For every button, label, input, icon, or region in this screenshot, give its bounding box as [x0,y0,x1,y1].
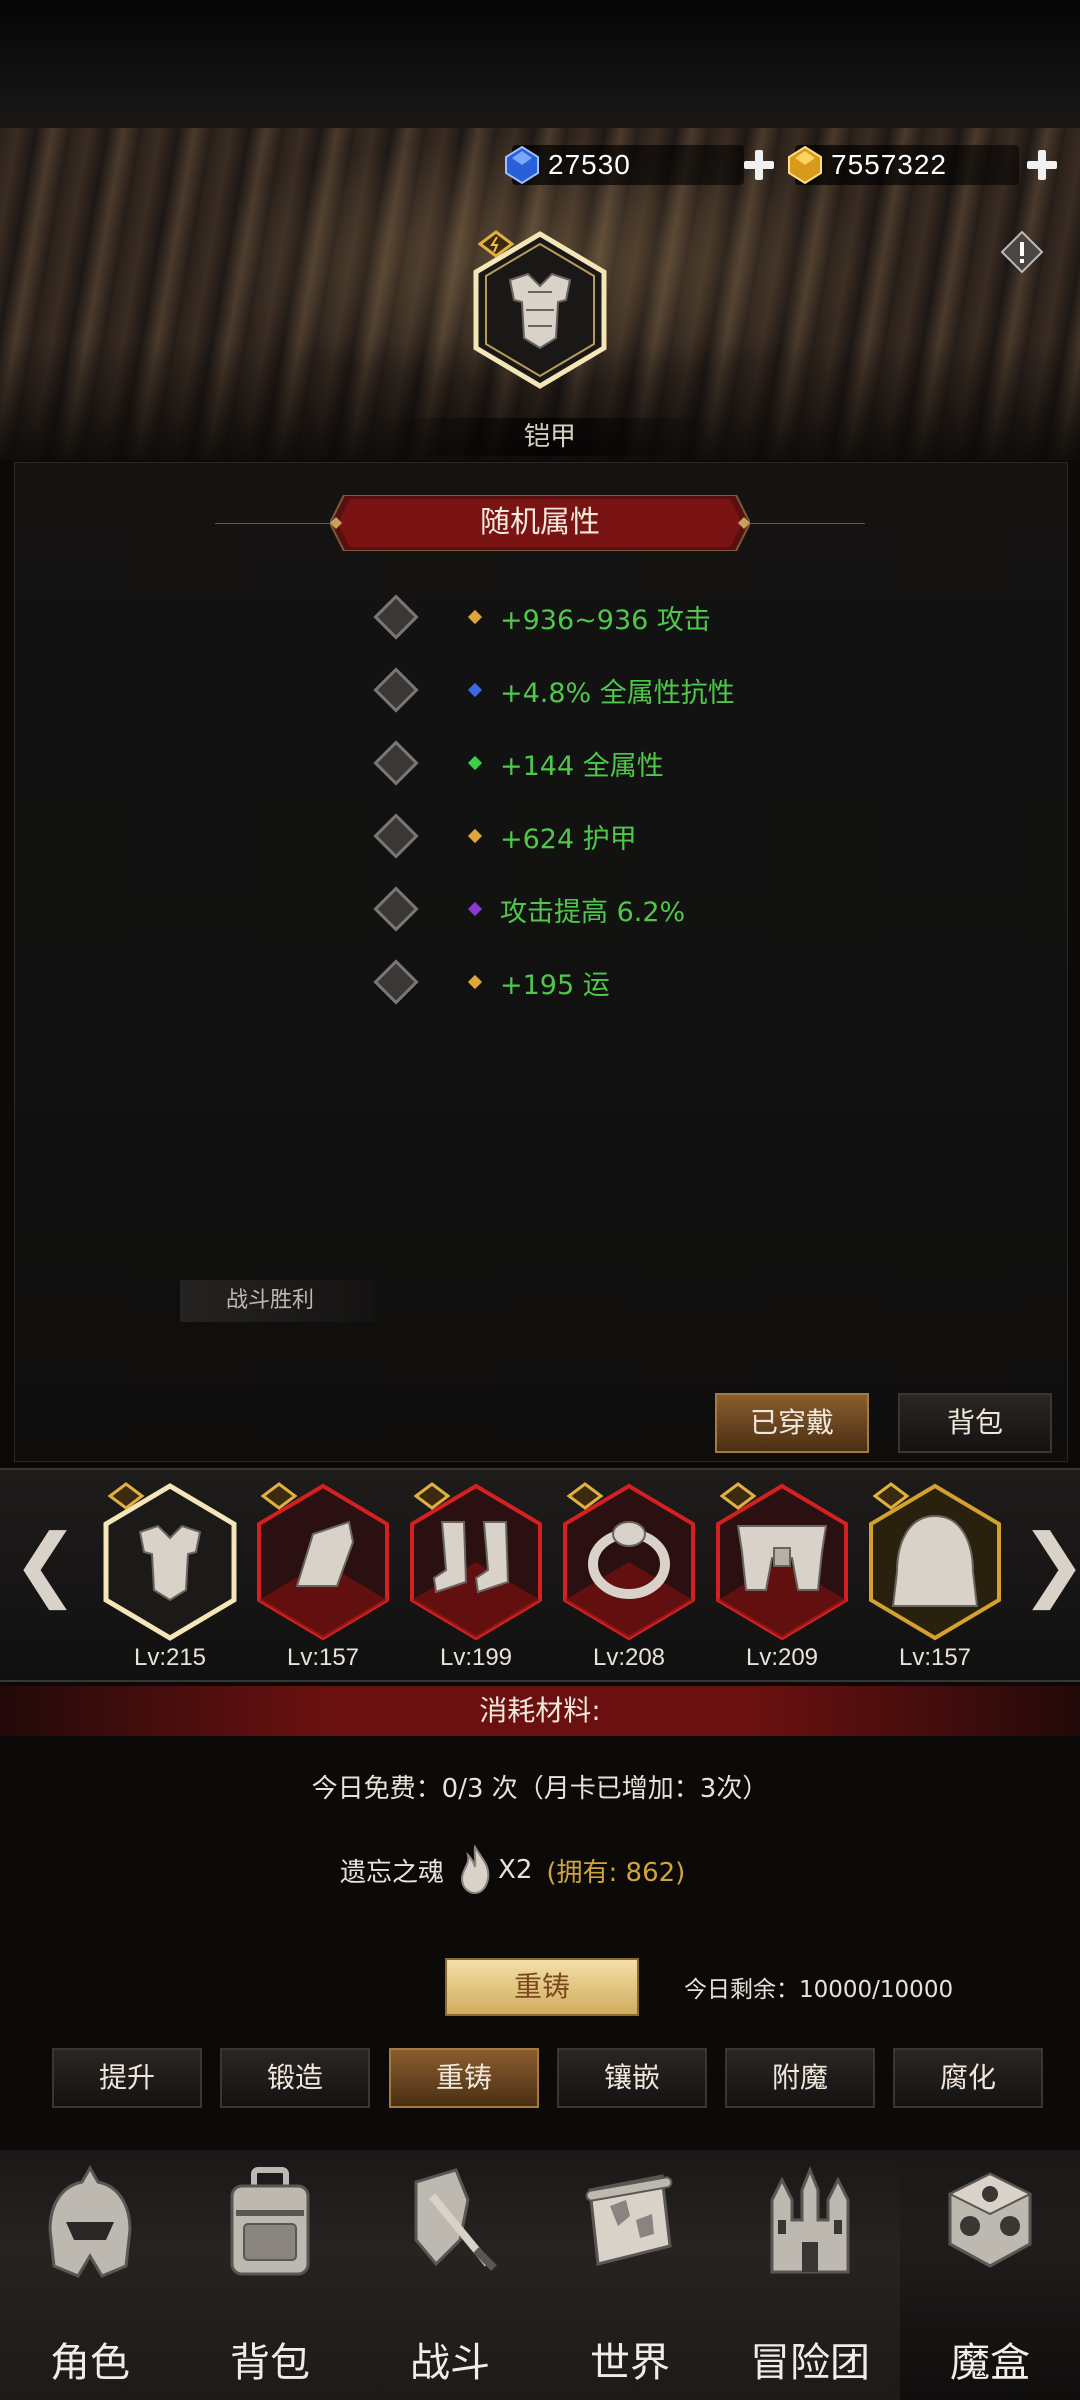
attribute-text: +936~936 攻击 [500,604,711,636]
castle-icon [770,2165,850,2274]
add-blue-gem-button[interactable] [742,148,776,182]
backpack-icon [230,2167,310,2276]
top-status-area [0,0,1080,128]
nav-world[interactable]: 世界 [540,2150,720,2400]
item-name: 铠甲 [523,422,576,452]
blue-gem-amount: 27530 [548,149,631,180]
attribute-text: 攻击提高 6.2% [500,896,686,928]
materials-title: 消耗材料: [479,1694,601,1727]
lock-toggle-icon[interactable] [373,740,419,786]
equipment-level: Lv:209 [745,1644,819,1671]
item-name-bar: 铠甲 [380,418,720,456]
battle-victory-tag: 战斗胜利 [180,1280,375,1322]
soul-flame-icon [461,1845,490,1895]
battle-victory-label: 战斗胜利 [226,1288,315,1313]
tab-corrupt[interactable]: 腐化 [893,2048,1043,2108]
selected-item-slot[interactable] [470,230,610,390]
attributes-title: 随机属性 [480,505,600,540]
attribute-pip-icon [467,901,483,917]
lock-toggle-icon[interactable] [373,813,419,859]
remaining-today-text: 今日剩余：10000/10000 [684,1977,954,2003]
nav-magic-box[interactable]: 魔盒 [900,2150,1080,2400]
gold-gem-amount: 7557322 [831,149,948,180]
attribute-row[interactable]: +195 运 [370,955,610,1009]
material-line: 遗忘之魂 X2 (拥有: 862) [340,1845,685,1895]
equipment-slot-shoulder[interactable]: Lv:157 [253,1482,393,1671]
tab-upgrade[interactable]: 提升 [52,2048,202,2108]
info-icon[interactable] [1000,230,1044,274]
equipment-level: Lv:208 [592,1644,666,1671]
chevron-right-icon[interactable]: ❯ [1020,1520,1080,1608]
attribute-text: +624 护甲 [500,823,637,855]
nav-battle[interactable]: 战斗 [360,2150,540,2400]
add-gold-gem-button[interactable] [1025,148,1059,182]
banner-line-right [750,523,865,524]
helmet-icon [48,2164,132,2278]
boots-icon [410,1482,542,1641]
attribute-pip-icon [467,755,483,771]
equipment-slot-ring[interactable]: Lv:208 [559,1482,699,1671]
cloak-icon [869,1482,1001,1641]
lock-toggle-icon[interactable] [373,594,419,640]
material-name: 遗忘之魂 [340,1857,445,1888]
nav-label: 冒险团 [750,2340,870,2386]
attribute-text: +195 运 [500,969,610,1001]
tab-forge[interactable]: 锻造 [220,2048,370,2108]
tab-inlay[interactable]: 镶嵌 [557,2048,707,2108]
equipment-slot-boots[interactable]: Lv:199 [406,1482,546,1671]
attribute-pip-icon [467,682,483,698]
material-owned: (拥有: 862) [546,1857,686,1888]
attribute-pip-icon [467,974,483,990]
blue-gem-counter: 27530 [505,145,744,185]
attribute-pip-icon [467,828,483,844]
nav-label: 魔盒 [950,2340,1030,2386]
attribute-row[interactable]: +4.8% 全属性抗性 [370,663,735,717]
equipment-level: Lv:157 [286,1644,360,1671]
material-count: X2 [498,1855,533,1885]
materials-banner: 消耗材料: [0,1686,1080,1736]
nav-label: 角色 [50,2340,130,2386]
belt-icon [716,1482,848,1641]
nav-adventure-team[interactable]: 冒险团 [720,2150,900,2400]
equipped-button[interactable]: 已穿戴 [715,1393,869,1453]
map-scroll-icon [585,2174,673,2266]
free-uses-text: 今日免费：0/3 次（月卡已增加：3次） [311,1774,769,1804]
armor-icon [103,1482,237,1641]
attribute-text: +144 全属性 [500,750,664,782]
chevron-left-icon[interactable]: ❮ [12,1520,79,1608]
bag-button[interactable]: 背包 [898,1393,1052,1453]
lock-toggle-icon[interactable] [373,667,419,713]
tab-enchant[interactable]: 附魔 [725,2048,875,2108]
nav-label: 背包 [230,2340,310,2386]
nav-label: 战斗 [410,2340,490,2386]
reforge-button[interactable]: 重铸 [445,1958,639,2016]
equipment-slot-cloak[interactable]: Lv:157 [865,1482,1005,1671]
attribute-pip-icon [467,609,483,625]
shoulder-icon [257,1482,389,1641]
gold-gem-counter: 7557322 [788,145,1019,185]
attribute-text: +4.8% 全属性抗性 [500,677,735,709]
tab-reforge[interactable]: 重铸 [389,2048,539,2108]
banner-line-left [215,523,330,524]
magic-cube-icon [947,2172,1033,2268]
ring-icon [563,1482,695,1641]
equipment-slot-armor[interactable]: Lv:215 [100,1482,240,1671]
attribute-row[interactable]: +624 护甲 [370,809,637,863]
attribute-row[interactable]: 攻击提高 6.2% [370,882,685,936]
nav-bag[interactable]: 背包 [180,2150,360,2400]
equipment-level: Lv:199 [439,1644,513,1671]
attribute-row[interactable]: +936~936 攻击 [370,590,711,644]
sword-shield-icon [414,2168,497,2271]
gold-gem-icon [788,145,822,185]
nav-character[interactable]: 角色 [0,2150,180,2400]
attribute-row[interactable]: +144 全属性 [370,736,664,790]
equipment-level: Lv:157 [898,1644,972,1671]
nav-label: 世界 [590,2340,670,2386]
equipment-level: Lv:215 [133,1644,207,1671]
equipment-slot-belt[interactable]: Lv:209 [712,1482,852,1671]
lock-toggle-icon[interactable] [373,886,419,932]
blue-gem-icon [505,145,539,185]
lock-toggle-icon[interactable] [373,959,419,1005]
